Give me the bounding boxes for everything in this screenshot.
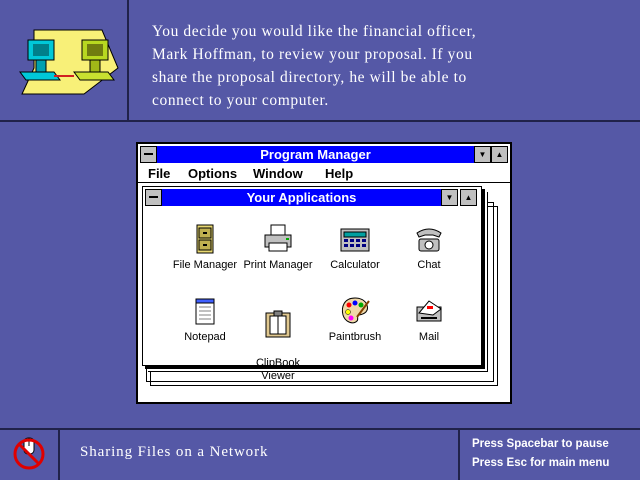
menu-file[interactable]: File (148, 166, 170, 181)
narration-text: You decide you would like the financial … (152, 23, 477, 109)
top-icon-divider (127, 0, 129, 121)
app-label: ClipBook Viewer (255, 357, 301, 382)
app-mail[interactable]: Mail (391, 295, 467, 344)
file-cabinet-icon (196, 224, 214, 254)
help-pause-text: Press Spacebar to pause (472, 438, 609, 450)
menu-window[interactable]: Window (253, 166, 303, 181)
app-clipbook-viewer[interactable]: ClipBook Viewer (240, 295, 316, 383)
your-applications-window[interactable]: Your Applications ▼ ▲ File Manager Print… (142, 186, 482, 382)
app-chat[interactable]: Chat (391, 223, 467, 272)
app-label: Notepad (184, 331, 226, 343)
bottom-mouse-divider (58, 429, 60, 480)
top-banner-divider (0, 120, 640, 122)
help-menu-text: Press Esc for main menu (472, 457, 610, 469)
mail-icon (416, 300, 442, 322)
printer-icon (264, 224, 292, 252)
app-file-manager[interactable]: File Manager (167, 223, 243, 272)
menu-help[interactable]: Help (325, 166, 353, 181)
topic-title: Sharing Files on a Network (80, 444, 269, 460)
no-mouse-icon (13, 437, 45, 470)
menu-bar-underline (138, 182, 510, 183)
group-maximize-button[interactable]: ▲ (460, 189, 477, 206)
app-notepad[interactable]: Notepad (167, 295, 243, 344)
app-calculator[interactable]: Calculator (317, 223, 393, 272)
maximize-button[interactable]: ▲ (491, 146, 508, 163)
minimize-button[interactable]: ▼ (474, 146, 491, 163)
app-label: Paintbrush (328, 331, 382, 343)
program-manager-title[interactable]: Program Manager (157, 146, 474, 163)
app-print-manager[interactable]: Print Manager (240, 223, 316, 272)
palette-icon (341, 297, 370, 324)
networked-computers-icon (19, 29, 119, 95)
bottom-bar-divider (0, 428, 640, 430)
app-label: Calculator (330, 259, 380, 271)
app-paintbrush[interactable]: Paintbrush (317, 295, 393, 344)
telephone-icon (416, 228, 442, 252)
group-minimize-button[interactable]: ▼ (441, 189, 458, 206)
control-menu-box[interactable] (140, 146, 157, 163)
your-applications-title[interactable]: Your Applications (162, 189, 441, 206)
app-label: File Manager (172, 259, 238, 271)
menu-options[interactable]: Options (188, 166, 237, 181)
bottom-help-divider (458, 429, 460, 480)
calculator-icon (340, 228, 370, 252)
notepad-icon (195, 298, 215, 325)
clipbook-icon (265, 310, 291, 338)
app-label: Print Manager (243, 259, 313, 271)
app-label: Chat (417, 259, 441, 271)
group-control-menu-box[interactable] (145, 189, 162, 206)
app-label: Mail (418, 331, 440, 343)
